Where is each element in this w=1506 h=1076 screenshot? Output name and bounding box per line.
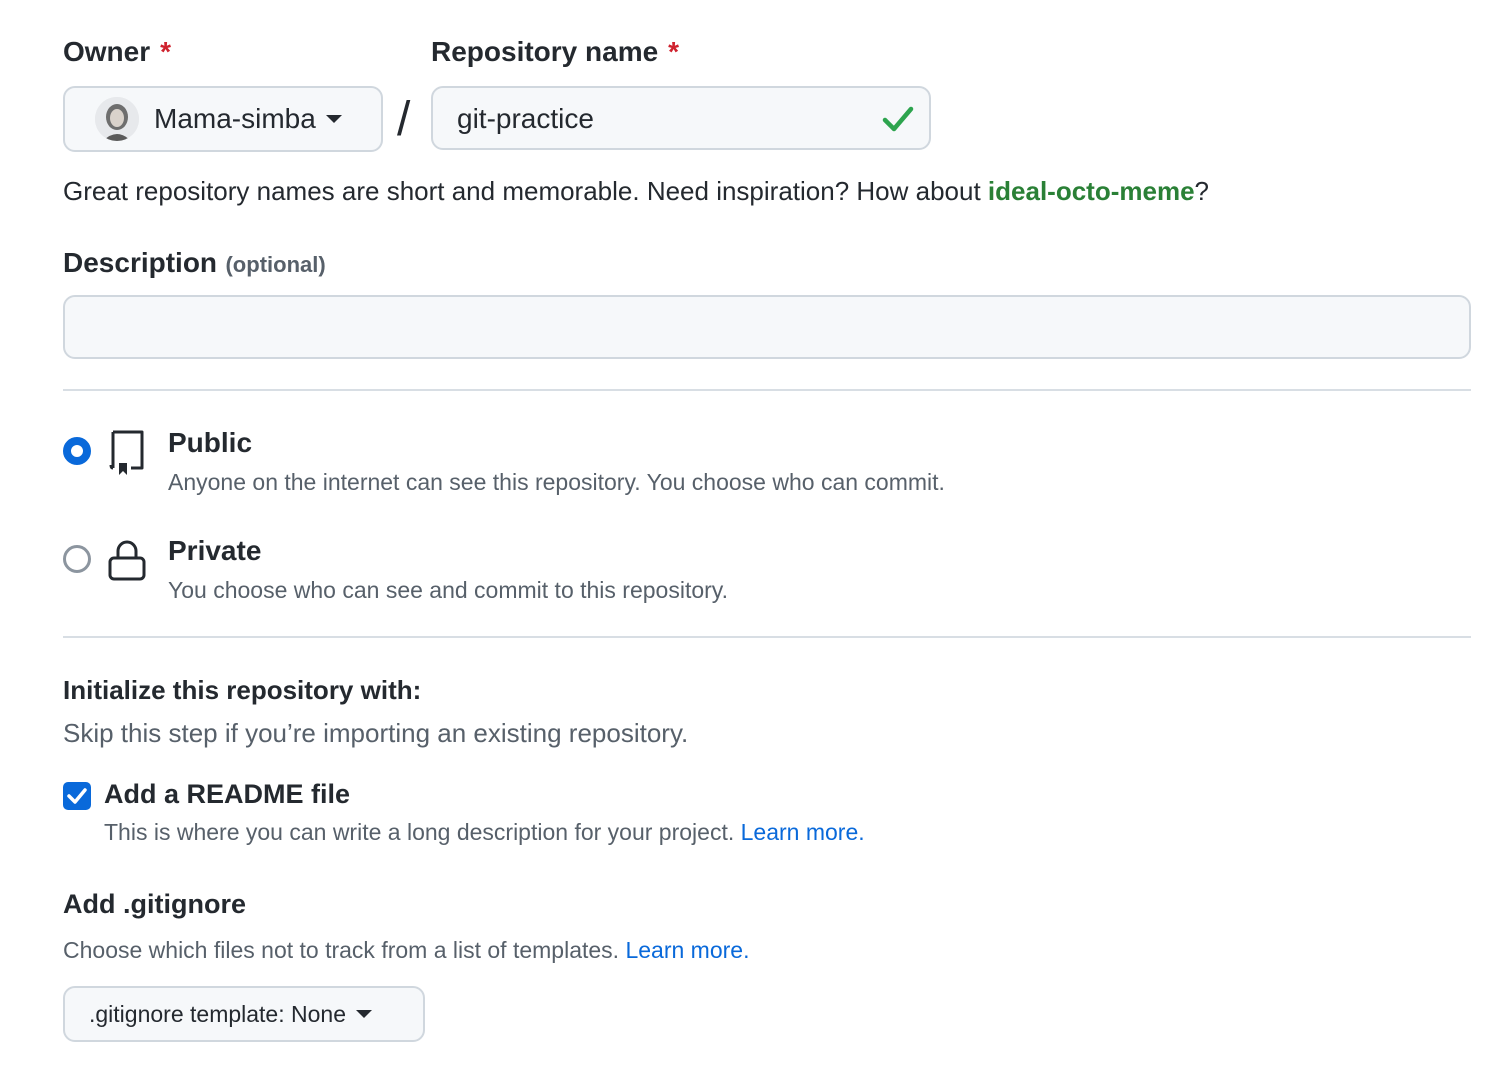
divider <box>63 636 1471 638</box>
init-heading: Initialize this repository with: <box>63 675 422 705</box>
divider <box>63 389 1471 391</box>
repo-name-hint-text: Great repository names are short and mem… <box>63 176 988 206</box>
description-input[interactable] <box>63 295 1471 359</box>
owner-name: Mama-simba <box>154 103 316 134</box>
chevron-down-icon <box>325 115 342 123</box>
owner-label: Owner * <box>63 36 171 68</box>
init-subtext: Skip this step if you’re importing an ex… <box>63 718 689 748</box>
checkmark-icon <box>67 788 87 804</box>
public-radio[interactable] <box>63 437 91 465</box>
description-label-text: Description <box>63 247 218 278</box>
readme-learn-more-link[interactable]: Learn more. <box>741 819 865 845</box>
gitignore-template-label: .gitignore template: None <box>89 1000 346 1027</box>
hint-suffix: ? <box>1194 176 1209 206</box>
owner-repo-separator: / <box>397 93 411 146</box>
repo-name-value: git-practice <box>457 103 594 134</box>
readme-description: This is where you can write a long descr… <box>104 819 865 846</box>
repo-icon <box>107 428 147 483</box>
visibility-option-public[interactable]: Public Anyone on the internet can see th… <box>63 424 1063 504</box>
description-label: Description (optional) <box>63 247 326 279</box>
gitignore-learn-more-link[interactable]: Learn more. <box>625 937 749 963</box>
required-asterisk: * <box>160 36 172 67</box>
gitignore-description-text: Choose which files not to track from a l… <box>63 937 620 963</box>
avatar <box>95 97 139 141</box>
owner-select-button[interactable]: Mama-simba <box>63 86 383 152</box>
repo-name-hint: Great repository names are short and mem… <box>63 176 1209 207</box>
owner-label-text: Owner <box>63 36 151 67</box>
gitignore-description: Choose which files not to track from a l… <box>63 937 749 964</box>
readme-label[interactable]: Add a README file <box>104 779 350 810</box>
public-description: Anyone on the internet can see this repo… <box>168 469 945 495</box>
repo-name-label-text: Repository name <box>431 36 659 67</box>
gitignore-heading: Add .gitignore <box>63 889 246 919</box>
check-icon <box>881 102 915 141</box>
required-asterisk: * <box>668 36 680 67</box>
name-suggestion-link[interactable]: ideal-octo-meme <box>988 176 1195 206</box>
readme-checkbox[interactable] <box>63 782 91 810</box>
repo-name-input[interactable]: git-practice <box>431 86 931 150</box>
private-description: You choose who can see and commit to thi… <box>168 577 728 603</box>
private-title: Private <box>168 535 262 566</box>
public-title: Public <box>168 427 253 458</box>
visibility-option-private[interactable]: Private You choose who can see and commi… <box>63 532 1063 612</box>
chevron-down-icon <box>356 1010 372 1018</box>
private-radio[interactable] <box>63 545 91 573</box>
readme-description-text: This is where you can write a long descr… <box>104 819 735 845</box>
optional-tag: (optional) <box>225 252 326 277</box>
lock-icon <box>107 538 147 587</box>
repo-name-label: Repository name * <box>431 36 679 68</box>
gitignore-template-select[interactable]: .gitignore template: None <box>63 986 425 1042</box>
